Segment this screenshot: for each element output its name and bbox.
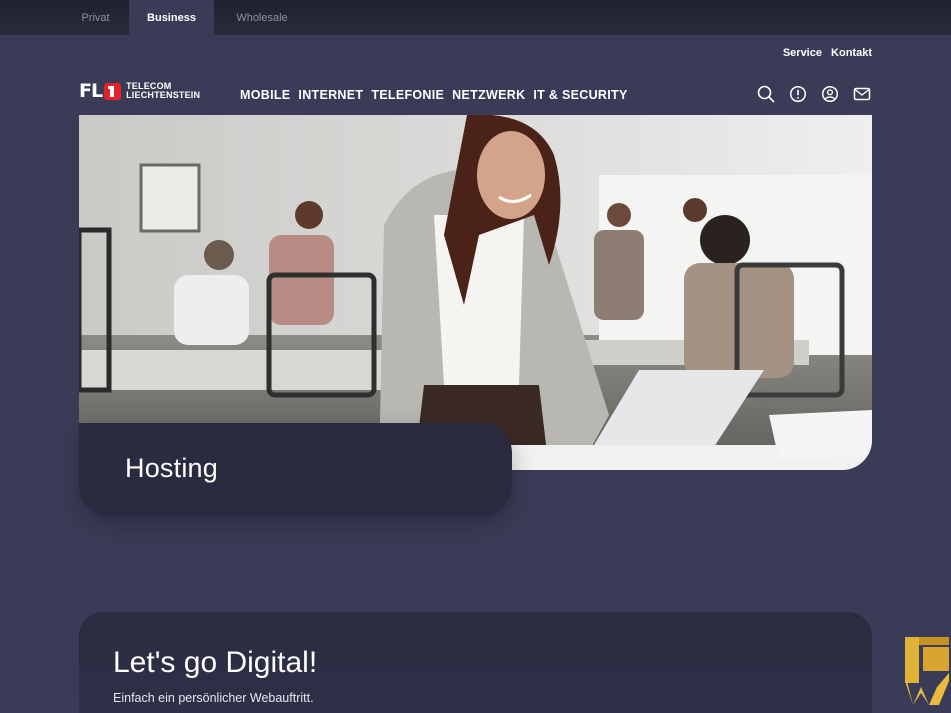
site-header: Service Kontakt FL TELECOM LIECHTENSTEIN… [0, 35, 951, 125]
teaser-title: Let's go Digital! [113, 646, 318, 679]
info-icon[interactable] [789, 85, 807, 103]
brand-logo[interactable]: FL TELECOM LIECHTENSTEIN [79, 81, 200, 101]
segment-privat[interactable]: Privat [62, 0, 129, 35]
header-icons [757, 85, 871, 103]
nav-netzwerk[interactable]: NETZWERK [452, 88, 525, 102]
nav-mobile[interactable]: MOBILE [240, 88, 290, 102]
service-link[interactable]: Service [783, 47, 822, 59]
user-icon[interactable] [821, 85, 839, 103]
logo-line-2: LIECHTENSTEIN [126, 90, 201, 100]
segment-business[interactable]: Business [129, 0, 214, 35]
segment-bar: Privat Business Wholesale [0, 0, 951, 35]
hero-title-card: Hosting [79, 423, 512, 516]
digital-teaser: Let's go Digital! Einfach ein persönlich… [79, 612, 872, 713]
hero-image [79, 115, 872, 470]
watermark-logo [903, 637, 949, 709]
logo-wordmark: TELECOM LIECHTENSTEIN [126, 81, 201, 101]
search-icon[interactable] [757, 85, 775, 103]
logo-red-box [104, 82, 122, 100]
nav-telefonie[interactable]: TELEFONIE [371, 88, 444, 102]
segment-wholesale[interactable]: Wholesale [214, 0, 310, 35]
teaser-subtitle: Einfach ein persönlicher Webauftritt. [113, 691, 314, 705]
nav-it-security[interactable]: IT & SECURITY [533, 88, 627, 102]
kontakt-link[interactable]: Kontakt [831, 47, 872, 59]
mail-icon[interactable] [853, 85, 871, 103]
page-title: Hosting [125, 453, 218, 483]
logo-mark: FL [79, 80, 103, 102]
main-nav: MOBILE INTERNET TELEFONIE NETZWERK IT & … [240, 88, 628, 102]
service-links: Service Kontakt [777, 47, 872, 59]
office-photo [79, 115, 872, 470]
nav-internet[interactable]: INTERNET [298, 88, 363, 102]
